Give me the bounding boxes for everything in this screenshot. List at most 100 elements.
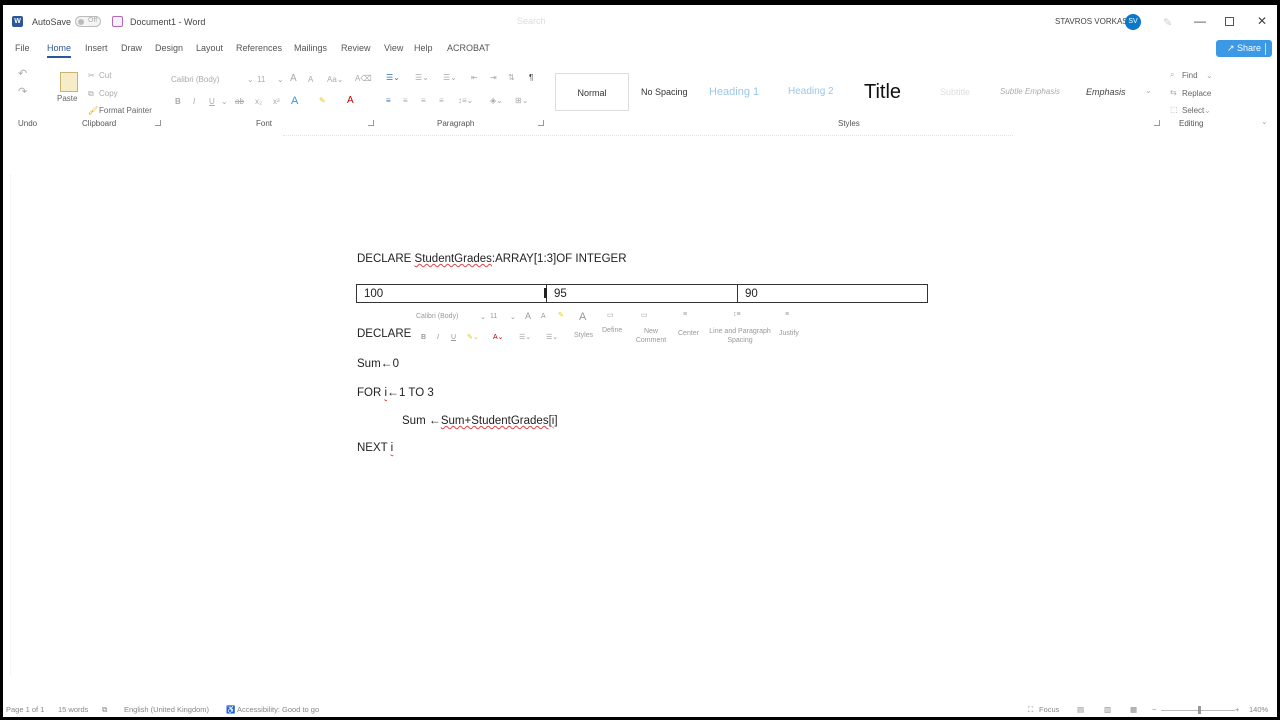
mini-shrink-font-icon[interactable]: A [541,313,546,320]
mini-bullets-icon[interactable]: ☰⌄ [519,333,531,341]
mini-justify-icon[interactable]: ≡ [785,311,789,318]
read-mode-icon[interactable]: ▤ [1077,705,1084,714]
text-effects-icon[interactable]: A [291,95,298,107]
accessibility-icon[interactable]: ♿ [226,705,235,714]
mini-underline-icon[interactable]: U [451,334,456,341]
tab-review[interactable]: Review [341,43,371,53]
mini-justify-label[interactable]: Justify [779,330,799,337]
bold-icon[interactable]: B [175,97,181,106]
increase-indent-icon[interactable]: ⇥ [490,73,497,82]
mini-italic-icon[interactable]: I [437,334,439,341]
find-icon[interactable]: ⌕ [1170,70,1174,80]
styles-launcher-icon[interactable] [1154,120,1160,126]
tab-acrobat[interactable]: ACROBAT [447,43,490,53]
tab-insert[interactable]: Insert [85,43,108,53]
highlight-icon[interactable]: ✎ [319,96,326,105]
accessibility-status[interactable]: Accessibility: Good to go [237,705,319,714]
focus-button[interactable]: Focus [1039,705,1059,714]
font-launcher-icon[interactable] [368,120,374,126]
document-area[interactable]: DECLARE StudentGrades:ARRAY[1:3]OF INTEG… [3,140,1277,700]
share-button[interactable]: ↗ Share [1216,40,1272,57]
align-left-icon[interactable]: ≡ [386,96,391,105]
superscript-icon[interactable]: x² [273,97,280,106]
tab-home[interactable]: Home [47,43,72,58]
strikethrough-icon[interactable]: ab [235,97,244,106]
mini-numbering-icon[interactable]: ☰⌄ [546,333,558,341]
tab-file[interactable]: File [15,43,30,53]
paragraph-launcher-icon[interactable] [538,120,544,126]
mini-grow-font-icon[interactable]: A [525,311,531,321]
declare-line[interactable]: DECLARE [357,328,411,340]
zoom-out-icon[interactable]: − [1152,705,1156,714]
table-cell[interactable]: 95 [546,284,738,303]
copy-label[interactable]: Copy [99,89,118,98]
style-heading-1[interactable]: Heading 1 [709,73,759,111]
ribbon-display-icon[interactable] [1265,43,1273,55]
select-icon[interactable]: ⬚ [1170,105,1178,114]
print-layout-icon[interactable]: ▥ [1104,705,1111,714]
subscript-icon[interactable]: x₂ [255,97,262,106]
sum-init-line[interactable]: Sum←0 [357,356,399,370]
collapse-ribbon-icon[interactable]: ⌄ [1261,117,1268,126]
change-case-icon[interactable]: Aa⌄ [327,75,344,84]
language-indicator[interactable]: English (United Kingdom) [124,705,209,714]
table-cell[interactable]: 100 [356,284,547,303]
next-line[interactable]: NEXT i [357,442,393,454]
italic-icon[interactable]: I [193,97,195,106]
grow-font-icon[interactable]: A [290,73,297,84]
paste-label[interactable]: Paste [57,94,77,103]
autosave-toggle[interactable]: Off [75,16,101,27]
style-normal[interactable]: Normal [555,73,629,111]
tab-view[interactable]: View [384,43,403,53]
mini-line-spacing-label[interactable]: Line and Paragraph Spacing [705,327,775,345]
focus-icon[interactable]: ⛶ [1028,705,1033,715]
tab-mailings[interactable]: Mailings [294,43,327,53]
search-input[interactable]: Search [517,16,557,26]
paste-icon[interactable] [60,72,78,92]
styles-more-icon[interactable]: ⌄ [1145,86,1152,95]
page-count[interactable]: Page 1 of 1 [6,705,44,714]
bullets-icon[interactable]: ☰⌄ [386,73,400,82]
undo-icon[interactable]: ↶ [18,67,27,80]
mini-size-field[interactable]: 11 [490,313,497,320]
mini-size-dropdown-icon[interactable]: ⌄ [510,313,516,321]
multilevel-list-icon[interactable]: ☰⌄ [443,73,457,82]
tab-layout[interactable]: Layout [196,43,223,53]
style-emphasis[interactable]: Emphasis [1086,73,1126,111]
mini-bold-icon[interactable]: B [421,334,426,341]
style-title[interactable]: Title [864,73,901,111]
align-center-icon[interactable]: ≡ [403,96,408,105]
maximize-icon[interactable] [1225,17,1234,26]
tab-help[interactable]: Help [414,43,433,53]
style-subtitle[interactable]: Subtitle [940,73,970,111]
declare-array-line[interactable]: DECLARE StudentGrades:ARRAY[1:3]OF INTEG… [357,253,627,265]
pen-icon[interactable]: ✎ [1163,16,1172,29]
find-button[interactable]: Find [1182,71,1198,80]
sort-icon[interactable]: ⇅ [508,73,515,82]
user-name[interactable]: STAVROS VORKAS [1055,17,1128,26]
shrink-font-icon[interactable]: A [308,75,313,84]
borders-icon[interactable]: ⊞⌄ [515,96,528,105]
close-icon[interactable]: ✕ [1257,14,1267,28]
format-painter-label[interactable]: Format Painter [99,106,152,115]
mini-font-field[interactable]: Calibri (Body) [416,313,458,320]
format-painter-icon[interactable]: 🖌 [88,106,98,115]
copy-icon[interactable]: ⧉ [88,89,94,99]
decrease-indent-icon[interactable]: ⇤ [471,73,478,82]
style-subtle-emphasis[interactable]: Subtle Emphasis [1000,73,1060,111]
zoom-in-icon[interactable]: + [1235,705,1239,714]
font-name-field[interactable]: Calibri (Body) [171,75,219,84]
mini-styles-label[interactable]: Styles [574,332,593,339]
shading-icon[interactable]: ◈⌄ [490,96,503,105]
show-formatting-icon[interactable]: ¶ [529,73,533,82]
cut-label[interactable]: Cut [99,71,111,80]
mini-new-comment-label[interactable]: New Comment [634,327,668,345]
for-line[interactable]: FOR i←1 TO 3 [357,385,434,399]
tab-design[interactable]: Design [155,43,183,53]
tab-draw[interactable]: Draw [121,43,142,53]
mini-define-icon[interactable]: ▭ [607,311,614,319]
mini-font-color-icon[interactable]: A⌄ [493,333,504,341]
clear-formatting-icon[interactable]: A⌫ [355,74,372,83]
font-size-dropdown-icon[interactable]: ⌄ [277,75,284,84]
mini-format-painter-icon[interactable]: ✎ [558,311,564,319]
